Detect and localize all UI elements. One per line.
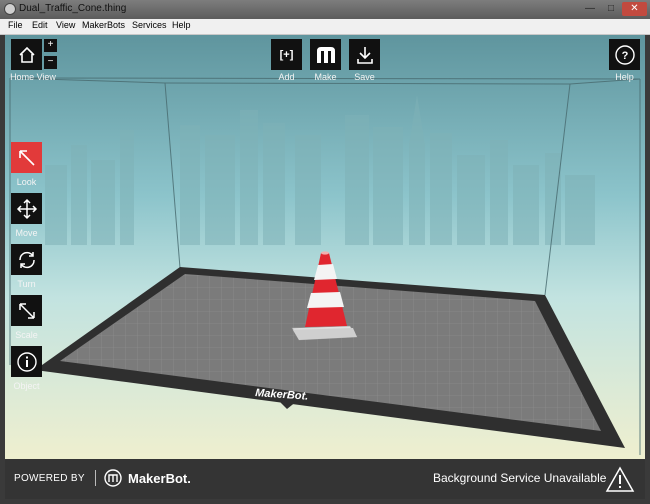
look-arrow-icon: [18, 149, 35, 166]
add-icon: [+]: [279, 48, 294, 61]
help-button[interactable]: ?: [609, 39, 640, 70]
makerbot-logo-icon: [104, 469, 122, 487]
makerbot-m-icon: [316, 46, 335, 63]
save-button[interactable]: [349, 39, 380, 70]
look-tool-label: Look: [16, 177, 37, 187]
build-viewport[interactable]: MakerBot. + − Home View [+] Add Make Sav…: [5, 35, 645, 459]
download-icon: [356, 46, 373, 64]
home-view-label: Home View: [10, 72, 56, 82]
help-icon: ?: [614, 44, 635, 65]
build-scene: MakerBot.: [9, 77, 641, 455]
object-tool-button[interactable]: [11, 346, 42, 377]
minimize-button[interactable]: —: [580, 2, 600, 16]
window-titlebar: Dual_Traffic_Cone.thing — □ ✕: [0, 0, 650, 19]
powered-by-label: POWERED BY: [14, 473, 85, 484]
zoom-out-button[interactable]: −: [44, 56, 57, 69]
make-label: Make: [314, 72, 337, 82]
zoom-in-button[interactable]: +: [44, 39, 57, 52]
status-footer: POWERED BY MakerBot. Background Service …: [5, 459, 645, 499]
close-button[interactable]: ✕: [622, 2, 647, 16]
turn-tool-label: Turn: [17, 279, 36, 289]
warning-icon[interactable]: [605, 466, 635, 493]
help-label: Help: [615, 72, 634, 82]
scale-icon: [18, 302, 35, 319]
turn-tool-button[interactable]: [11, 244, 42, 275]
object-tool-label: Object: [13, 381, 40, 391]
rotate-icon: [18, 251, 35, 268]
menu-help[interactable]: Help: [172, 20, 191, 30]
city-skyline-backdrop: [45, 95, 595, 245]
move-tool-button[interactable]: [11, 193, 42, 224]
menu-edit[interactable]: Edit: [32, 20, 48, 30]
home-view-button[interactable]: [11, 39, 42, 70]
scale-tool-label: Scale: [15, 330, 38, 340]
add-label: Add: [278, 72, 295, 82]
makerbot-logo-text: MakerBot.: [128, 470, 191, 486]
window-title: Dual_Traffic_Cone.thing: [19, 3, 127, 14]
makerbot-logo: MakerBot.: [104, 469, 191, 487]
home-icon: [18, 46, 35, 63]
maximize-button[interactable]: □: [601, 2, 621, 16]
app-icon: [4, 3, 16, 15]
look-tool-button[interactable]: [11, 142, 42, 173]
save-label: Save: [354, 72, 375, 82]
background-service-status: Background Service Unavailable: [433, 471, 607, 485]
svg-text:?: ?: [621, 50, 628, 62]
menu-makerbots[interactable]: MakerBots: [82, 20, 125, 30]
scale-tool-button[interactable]: [11, 295, 42, 326]
make-button[interactable]: [310, 39, 341, 70]
menu-file[interactable]: File: [8, 20, 23, 30]
menu-services[interactable]: Services: [132, 20, 167, 30]
platform-logo: MakerBot.: [255, 387, 309, 403]
info-icon: [16, 351, 37, 372]
footer-divider: [95, 470, 96, 486]
move-tool-label: Move: [15, 228, 38, 238]
add-button[interactable]: [+]: [271, 39, 302, 70]
menu-view[interactable]: View: [56, 20, 75, 30]
menu-bar: File Edit View MakerBots Services Help: [0, 19, 650, 35]
move-arrows-icon: [16, 198, 37, 219]
